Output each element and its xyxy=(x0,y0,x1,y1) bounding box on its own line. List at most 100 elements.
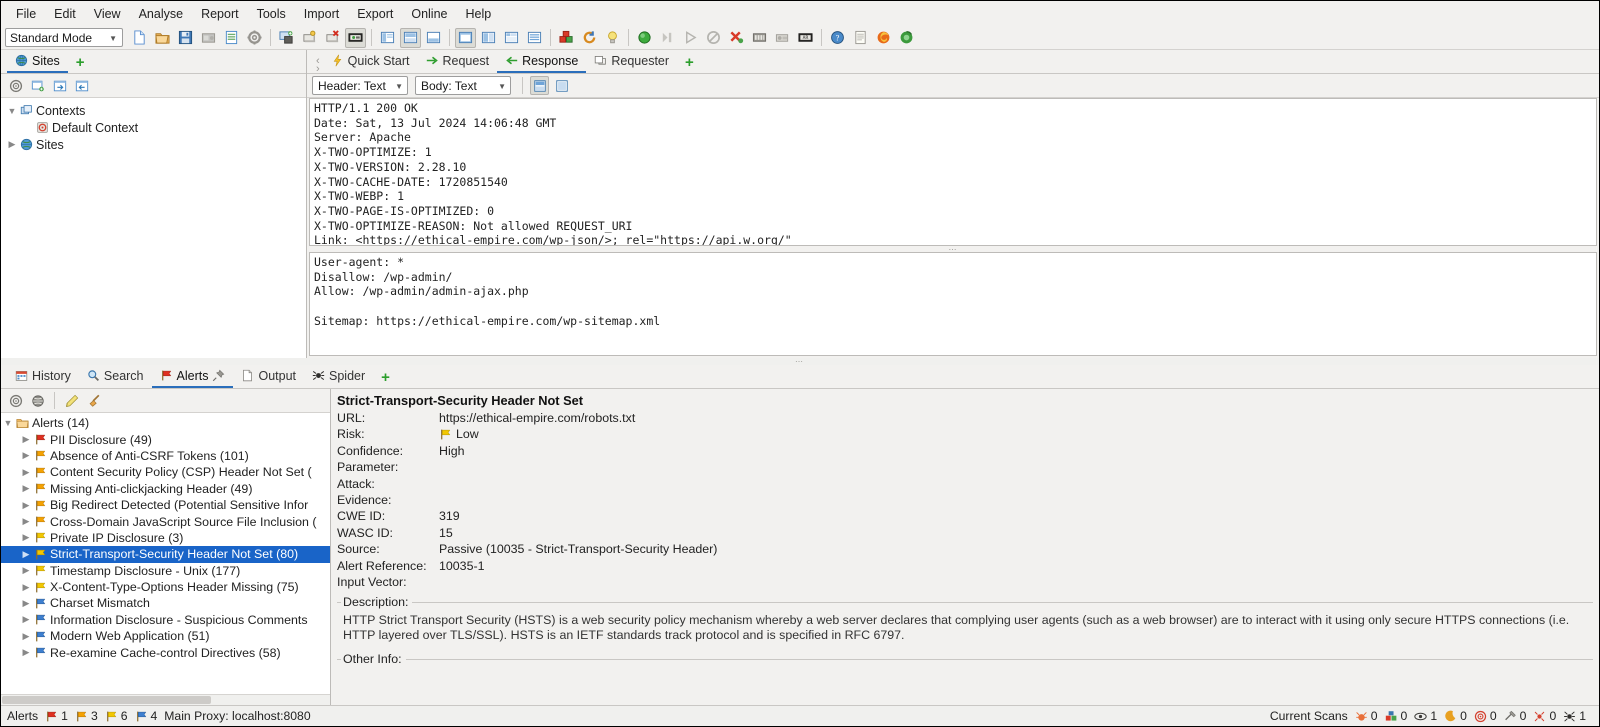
field-value[interactable]: https://ethical-empire.com/robots.txt xyxy=(439,410,635,426)
session-properties-icon[interactable] xyxy=(221,28,242,48)
alerts-tree-root[interactable]: ▼ Alerts (14) xyxy=(1,415,330,431)
layout-expand-icon[interactable] xyxy=(455,27,476,48)
continue-icon[interactable] xyxy=(680,28,701,48)
menu-import[interactable]: Import xyxy=(295,4,348,24)
menu-file[interactable]: File xyxy=(7,4,45,24)
status-alert-count-info[interactable]: 4 xyxy=(135,709,157,723)
alert-tree-item-selected[interactable]: ▶ Strict-Transport-Security Header Not S… xyxy=(1,546,330,563)
mode-select[interactable]: Standard Mode ▼ xyxy=(5,28,123,47)
menu-online[interactable]: Online xyxy=(402,4,456,24)
status-scan-spider[interactable]: 0 xyxy=(1355,709,1378,723)
lightbulb-icon[interactable] xyxy=(602,28,623,48)
tab-response[interactable]: Response xyxy=(497,50,587,73)
status-scan-websocket[interactable]: 0 xyxy=(1533,709,1556,723)
pin-icon[interactable] xyxy=(212,369,225,382)
tab-quick-start[interactable]: Quick Start xyxy=(323,50,418,73)
tab-search[interactable]: Search xyxy=(79,365,152,388)
target-scope-icon[interactable] xyxy=(6,391,25,410)
refresh-icon[interactable] xyxy=(579,28,600,48)
new-window-icon[interactable] xyxy=(28,76,47,95)
request-add-tab-button[interactable]: + xyxy=(677,53,702,73)
menu-report[interactable]: Report xyxy=(192,4,248,24)
status-scan-active[interactable]: 0 xyxy=(1385,709,1407,723)
snapshot-session-icon[interactable] xyxy=(198,28,219,48)
chevron-right-icon[interactable]: ▶ xyxy=(19,532,33,543)
chevron-right-icon[interactable]: ▶ xyxy=(19,500,33,511)
new-session-icon[interactable] xyxy=(129,28,150,48)
firefox-browser-icon[interactable] xyxy=(873,28,894,48)
status-proxy-label[interactable]: Main Proxy: localhost:8080 xyxy=(164,709,310,723)
chevron-right-icon[interactable]: ▶ xyxy=(19,467,33,478)
expand-panel-icon[interactable] xyxy=(299,28,320,48)
alert-tree-item[interactable]: ▶ Information Disclosure - Suspicious Co… xyxy=(1,612,330,628)
tab-alerts[interactable]: Alerts xyxy=(151,365,234,388)
scan-policy-icon[interactable] xyxy=(556,28,577,48)
chevron-right-icon[interactable]: ▶ xyxy=(19,647,33,658)
chevron-right-icon[interactable]: ▶ xyxy=(19,582,33,593)
status-scan-ajax-spider[interactable]: 0 xyxy=(1444,709,1467,723)
chevron-right-icon[interactable]: ▶ xyxy=(19,434,33,445)
response-break-icon[interactable] xyxy=(772,28,793,48)
status-scan-forced-browse[interactable]: 0 xyxy=(1504,709,1526,723)
chevron-right-icon[interactable]: ▶ xyxy=(19,450,33,461)
options-gear-icon[interactable] xyxy=(244,28,265,48)
alert-tree-item[interactable]: ▶ Missing Anti-clickjacking Header (49) xyxy=(1,481,330,497)
menu-help[interactable]: Help xyxy=(457,4,501,24)
tab-spider[interactable]: Spider xyxy=(304,365,373,388)
alert-tree-item[interactable]: ▶ X-Content-Type-Options Header Missing … xyxy=(1,579,330,595)
full-layout-icon[interactable] xyxy=(345,27,366,48)
alert-tree-item[interactable]: ▶ Timestamp Disclosure - Unix (177) xyxy=(1,563,330,579)
tab-requester[interactable]: Requester xyxy=(586,50,677,73)
globe-gray-icon[interactable] xyxy=(28,391,47,410)
menu-analyse[interactable]: Analyse xyxy=(130,4,192,24)
status-alert-count-high[interactable]: 1 xyxy=(45,709,68,723)
edit-pencil-icon[interactable] xyxy=(62,391,81,410)
chevron-right-icon[interactable]: ▶ xyxy=(5,139,19,150)
layout-columns-icon[interactable] xyxy=(478,28,499,48)
alert-tree-item[interactable]: ▶ PII Disclosure (49) xyxy=(1,431,330,447)
layout-split-icon[interactable] xyxy=(400,27,421,48)
horizontal-splitter[interactable]: ⋯ xyxy=(1,357,1599,366)
status-scan-fuzzer[interactable]: 0 xyxy=(1474,709,1497,723)
chevron-down-icon[interactable]: ▼ xyxy=(5,106,19,116)
header-view-select[interactable]: Header: Text ▼ xyxy=(312,76,408,95)
single-view-icon[interactable] xyxy=(552,76,571,95)
alerts-tree-hscrollbar[interactable] xyxy=(1,694,330,705)
response-body-text[interactable]: User-agent: * Disallow: /wp-admin/ Allow… xyxy=(309,252,1597,356)
help-circle-icon[interactable]: ? xyxy=(827,28,848,48)
chevron-right-icon[interactable]: ▶ xyxy=(19,631,33,642)
alert-tree-item[interactable]: ▶ Big Redirect Detected (Potential Sensi… xyxy=(1,497,330,513)
all-requests-icon[interactable]: AR xyxy=(795,28,816,48)
menu-tools[interactable]: Tools xyxy=(248,4,295,24)
body-view-select[interactable]: Body: Text ▼ xyxy=(415,76,511,95)
layout-list-icon[interactable] xyxy=(524,28,545,48)
chevron-right-icon[interactable]: ▶ xyxy=(19,614,33,625)
tab-output[interactable]: Output xyxy=(233,365,304,388)
request-break-icon[interactable] xyxy=(749,28,770,48)
chevron-right-icon[interactable]: ▶ xyxy=(19,483,33,494)
drop-icon[interactable] xyxy=(703,28,724,48)
chevron-right-icon[interactable]: ▶ xyxy=(19,549,33,560)
report-icon[interactable] xyxy=(850,28,871,48)
description-text[interactable]: HTTP Strict Transport Security (HSTS) is… xyxy=(337,609,1593,648)
alert-tree-item[interactable]: ▶ Re-examine Cache-control Directives (5… xyxy=(1,644,330,660)
chrome-browser-icon[interactable] xyxy=(896,28,917,48)
save-session-icon[interactable] xyxy=(175,28,196,48)
export-node-icon[interactable] xyxy=(72,76,91,95)
status-alert-count-medium[interactable]: 3 xyxy=(75,709,98,723)
close-panel-icon[interactable] xyxy=(322,28,343,48)
tab-sites[interactable]: Sites xyxy=(7,50,68,73)
menu-view[interactable]: View xyxy=(85,4,130,24)
response-header-text[interactable]: HTTP/1.1 200 OK Date: Sat, 13 Jul 2024 1… xyxy=(309,98,1597,246)
menu-edit[interactable]: Edit xyxy=(45,4,85,24)
menu-export[interactable]: Export xyxy=(348,4,402,24)
tree-node-default-context[interactable]: Default Context xyxy=(5,119,306,136)
chevron-down-icon[interactable]: ▼ xyxy=(1,418,15,428)
tree-node-contexts[interactable]: ▼ Contexts xyxy=(5,102,306,119)
record-green-icon[interactable] xyxy=(634,28,655,48)
broom-icon[interactable] xyxy=(84,391,103,410)
layout-left-icon[interactable] xyxy=(377,28,398,48)
open-session-icon[interactable] xyxy=(152,28,173,48)
layout-tabs-icon[interactable] xyxy=(501,28,522,48)
alert-tree-item[interactable]: ▶ Content Security Policy (CSP) Header N… xyxy=(1,464,330,480)
